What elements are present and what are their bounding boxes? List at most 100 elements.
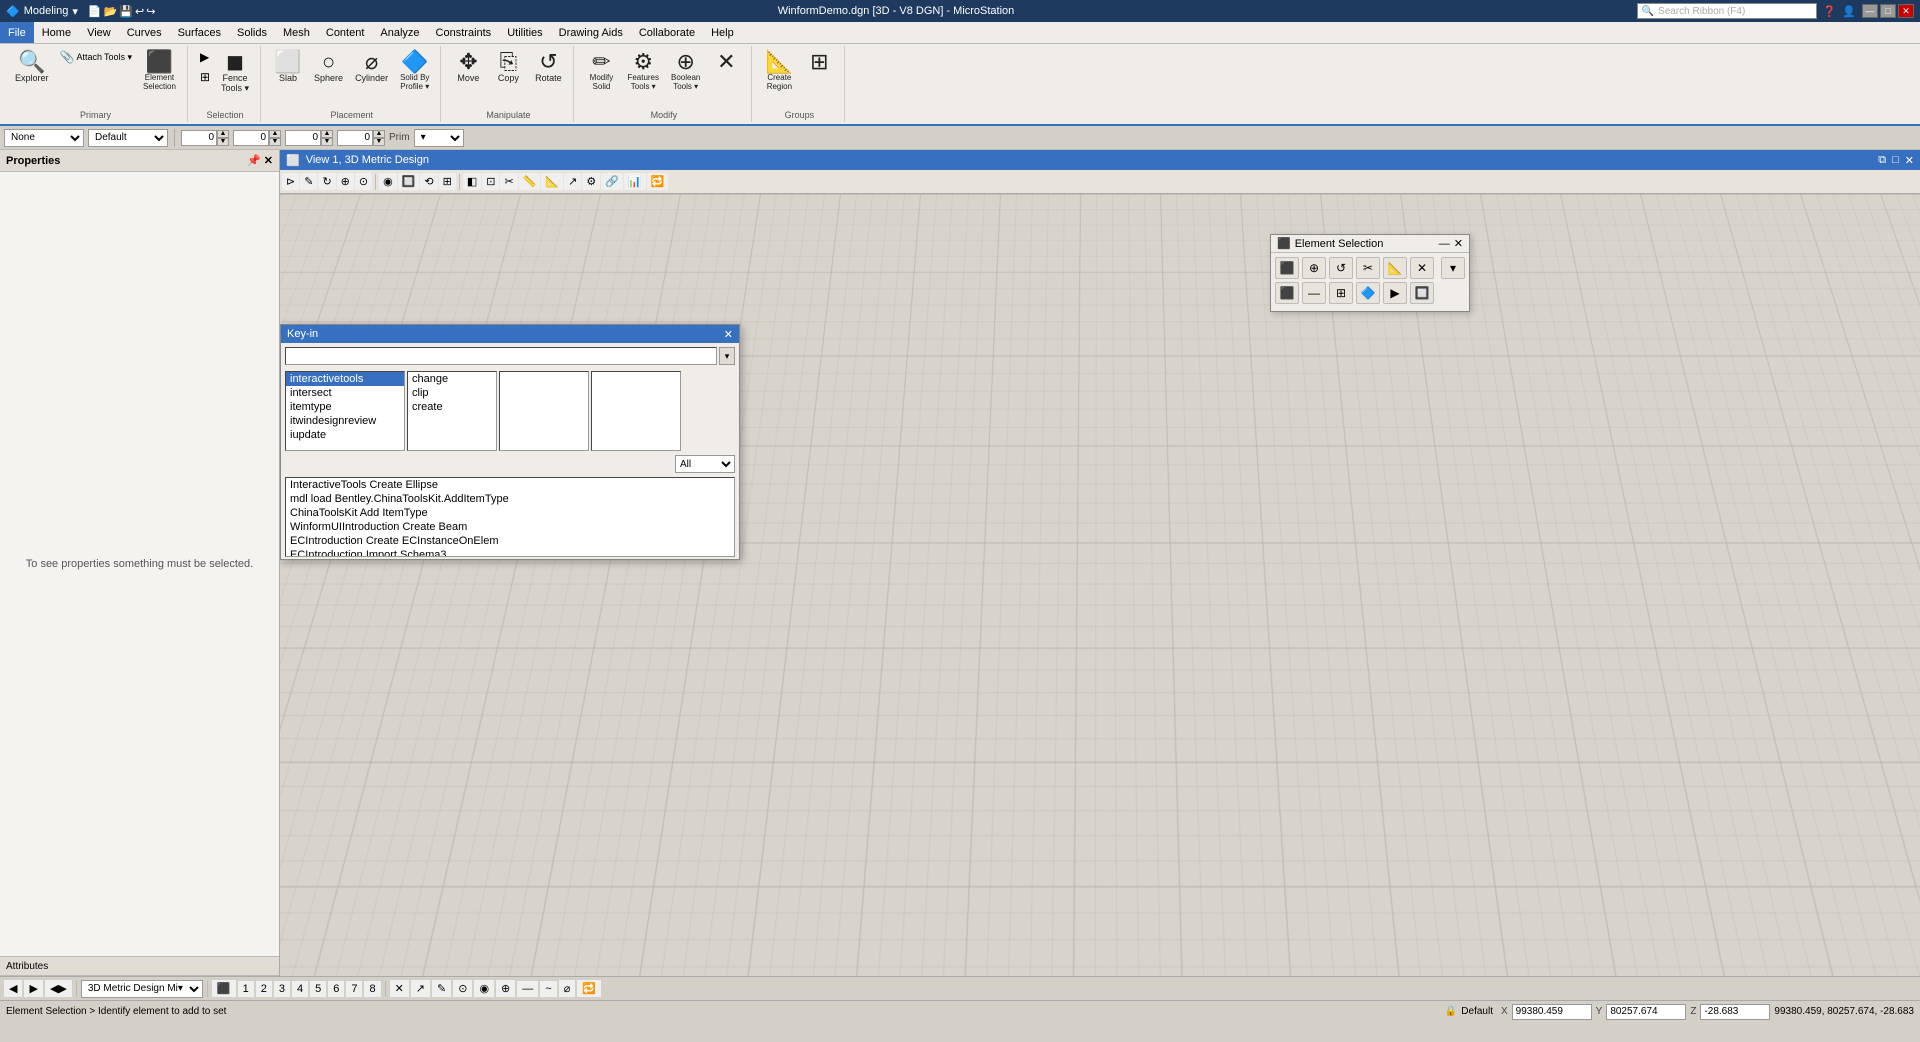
esp-close-button[interactable]: ✕	[1454, 237, 1463, 250]
keyin-close-button[interactable]: ✕	[724, 328, 733, 341]
esp-expand-btn[interactable]: ▾	[1441, 257, 1465, 279]
vt-btn-measure[interactable]: 📏	[519, 173, 541, 190]
features-tools-button[interactable]: ⚙ FeaturesTools ▾	[622, 48, 664, 94]
esp-btn-r2-1[interactable]: ⬛	[1275, 282, 1299, 304]
open-icon[interactable]: 📂	[104, 5, 118, 18]
vt-btn-fit[interactable]: ⊙	[355, 173, 372, 190]
view-model-dropdown[interactable]: 3D Metric Design Mi▾	[81, 980, 203, 998]
spinbox-3-input[interactable]	[285, 130, 321, 146]
copy-button[interactable]: ⎘ Copy	[489, 48, 527, 86]
vt-btn-fence[interactable]: 🔲	[398, 173, 420, 190]
properties-close-icon[interactable]: ✕	[264, 154, 273, 167]
keyin-list-item-change[interactable]: change	[408, 372, 496, 386]
view-3-btn[interactable]: 3	[274, 981, 290, 997]
esp-btn-add[interactable]: ⊕	[1302, 257, 1326, 279]
redo-icon[interactable]: ↪	[146, 5, 155, 18]
menu-item-mesh[interactable]: Mesh	[275, 22, 318, 43]
esp-btn-r2-5[interactable]: ▶	[1383, 282, 1407, 304]
esp-btn-rotate[interactable]: ↺	[1329, 257, 1353, 279]
spinbox-4-input[interactable]	[337, 130, 373, 146]
esp-btn-r2-3[interactable]: ⊞	[1329, 282, 1353, 304]
vt-btn-snap[interactable]: ◧	[463, 173, 481, 190]
spin3-down[interactable]: ▼	[321, 138, 333, 146]
close-button[interactable]: ✕	[1898, 4, 1914, 18]
keyin-result-5[interactable]: ECIntroduction Create ECInstanceOnElem	[286, 534, 734, 548]
minimize-button[interactable]: —	[1862, 4, 1878, 18]
menu-item-content[interactable]: Content	[318, 22, 373, 43]
active-level-dropdown[interactable]: None	[4, 129, 84, 147]
vt-btn-sync[interactable]: 🔁	[647, 173, 669, 190]
esp-btn-select[interactable]: ⬛	[1275, 257, 1299, 279]
snap-edit-btn[interactable]: ✎	[432, 980, 451, 997]
coord-y-input[interactable]	[1606, 1004, 1686, 1020]
slab-button[interactable]: ⬜ Slab	[269, 48, 307, 86]
esp-min-button[interactable]: —	[1439, 238, 1450, 250]
menu-item-utilities[interactable]: Utilities	[499, 22, 550, 43]
keyin-result-2[interactable]: mdl load Bentley.ChinaToolsKit.AddItemTy…	[286, 492, 734, 506]
active-color-dropdown[interactable]: Default	[88, 129, 168, 147]
snap-sync-btn[interactable]: 🔁	[577, 980, 601, 997]
keyin-list-item-create[interactable]: create	[408, 400, 496, 414]
menu-item-help[interactable]: Help	[703, 22, 742, 43]
view-2-btn[interactable]: 2	[256, 981, 272, 997]
snap-minus-btn[interactable]: —	[517, 981, 538, 997]
view-restore-icon[interactable]: ⧉	[1878, 154, 1886, 167]
vt-btn-grid[interactable]: ⊡	[482, 173, 499, 190]
menu-item-home[interactable]: Home	[34, 22, 79, 43]
keyin-list-item-intersect[interactable]: intersect	[286, 386, 404, 400]
vt-btn-home[interactable]: ⊳	[282, 173, 299, 190]
vt-btn-layers[interactable]: ⊞	[439, 173, 456, 190]
snap-tilde-btn[interactable]: ~	[540, 981, 556, 997]
snap-target-btn[interactable]: ◉	[474, 980, 494, 997]
view-7-btn[interactable]: 7	[346, 981, 362, 997]
spinbox-1-input[interactable]	[181, 130, 217, 146]
save-icon[interactable]: 💾	[119, 5, 133, 18]
menu-item-analyze[interactable]: Analyze	[372, 22, 427, 43]
new-icon[interactable]: 📄	[88, 5, 102, 18]
menu-item-curves[interactable]: Curves	[119, 22, 170, 43]
layout-icon[interactable]: ⬛	[212, 980, 236, 997]
move-button[interactable]: ✥ Move	[449, 48, 487, 86]
menu-item-view[interactable]: View	[79, 22, 119, 43]
view-4-btn[interactable]: 4	[292, 981, 308, 997]
help-icon[interactable]: ❓	[1823, 5, 1837, 18]
keyin-result-1[interactable]: InteractiveTools Create Ellipse	[286, 478, 734, 492]
keyin-dropdown-button[interactable]: ▾	[719, 347, 735, 365]
vt-btn-undo[interactable]: ⟲	[420, 173, 437, 190]
cylinder-button[interactable]: ⌀ Cylinder	[350, 48, 393, 86]
view-maximize-icon[interactable]: □	[1892, 154, 1899, 166]
keyin-result-3[interactable]: ChinaToolsKit Add ItemType	[286, 506, 734, 520]
spin4-up[interactable]: ▲	[373, 130, 385, 138]
keyin-list-item-itemtype[interactable]: itemtype	[286, 400, 404, 414]
esp-btn-cut[interactable]: ✂	[1356, 257, 1380, 279]
maximize-button[interactable]: □	[1880, 4, 1896, 18]
vt-btn-zoom[interactable]: ⊕	[337, 173, 354, 190]
spin1-down[interactable]: ▼	[217, 138, 229, 146]
modify-solid-button[interactable]: ✏ ModifySolid	[582, 48, 620, 94]
vt-btn-link[interactable]: 🔗	[601, 173, 623, 190]
keyin-list-item-clip[interactable]: clip	[408, 386, 496, 400]
view-6-btn[interactable]: 6	[328, 981, 344, 997]
boolean-tools-button[interactable]: ⊕ BooleanTools ▾	[666, 48, 705, 94]
spin4-down[interactable]: ▼	[373, 138, 385, 146]
nav-prev-button[interactable]: ◀▶	[45, 980, 72, 997]
undo-icon[interactable]: ↩	[135, 5, 144, 18]
snap-add-btn[interactable]: ⊕	[496, 980, 515, 997]
keyin-input-field[interactable]	[285, 347, 717, 365]
keyin-list-item-iupdate[interactable]: iupdate	[286, 428, 404, 442]
rotate-button[interactable]: ↺ Rotate	[529, 48, 567, 86]
esp-btn-delete[interactable]: ✕	[1410, 257, 1434, 279]
menu-item-constraints[interactable]: Constraints	[428, 22, 500, 43]
vt-btn-angle[interactable]: 📐	[541, 173, 563, 190]
solid-by-profile-button[interactable]: 🔷 Solid ByProfile ▾	[395, 48, 434, 94]
esp-btn-r2-2[interactable]: —	[1302, 282, 1326, 304]
menu-item-solids[interactable]: Solids	[229, 22, 275, 43]
keyin-list-item-itwindesignreview[interactable]: itwindesignreview	[286, 414, 404, 428]
vt-btn-rotate[interactable]: ↻	[318, 173, 335, 190]
spin2-down[interactable]: ▼	[269, 138, 281, 146]
element-selection-button[interactable]: ⬛ ElementSelection	[138, 48, 181, 94]
nav-fwd-button[interactable]: ▶	[24, 980, 42, 997]
esp-btn-measure[interactable]: 📐	[1383, 257, 1407, 279]
snap-arrow-btn[interactable]: ↗	[411, 980, 430, 997]
spin1-up[interactable]: ▲	[217, 130, 229, 138]
